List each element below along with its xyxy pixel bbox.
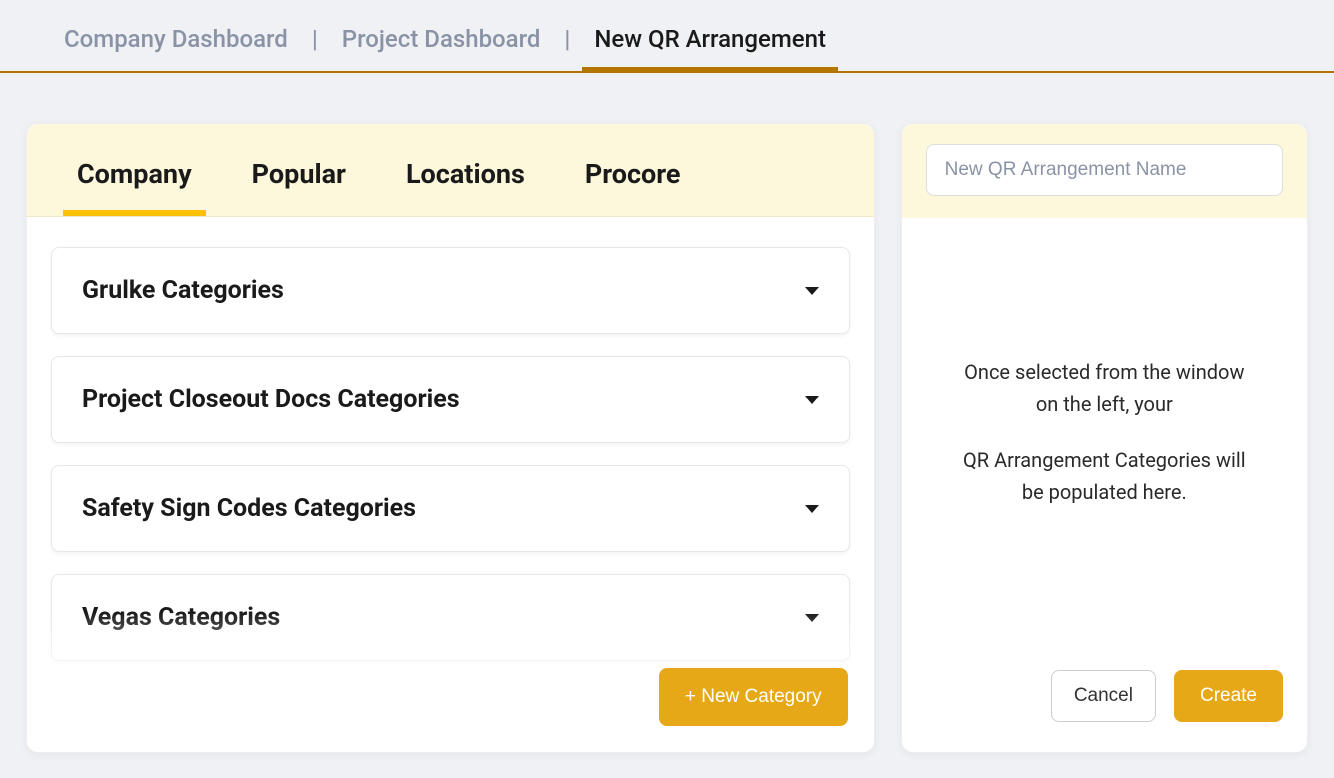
tab-locations[interactable]: Locations <box>406 158 525 216</box>
arrangement-name-input[interactable] <box>926 144 1283 196</box>
breadcrumb-separator: | <box>564 25 570 71</box>
chevron-down-icon <box>805 505 819 513</box>
placeholder-text: Once selected from the window on the lef… <box>952 356 1257 532</box>
category-title: Safety Sign Codes Categories <box>82 494 416 523</box>
tab-header: Company Popular Locations Procore <box>27 124 874 217</box>
create-button[interactable]: Create <box>1174 670 1283 722</box>
new-category-button[interactable]: + New Category <box>659 668 848 726</box>
arrangement-placeholder-body: Once selected from the window on the lef… <box>902 218 1307 670</box>
arrangement-name-header <box>902 124 1307 218</box>
breadcrumb: Company Dashboard | Project Dashboard | … <box>0 0 1334 73</box>
placeholder-line-2: QR Arrangement Categories will be popula… <box>952 444 1257 508</box>
category-item[interactable]: Vegas Categories <box>51 574 850 661</box>
category-item[interactable]: Safety Sign Codes Categories <box>51 465 850 552</box>
arrangement-details-panel: Once selected from the window on the lef… <box>901 123 1308 753</box>
cancel-button[interactable]: Cancel <box>1051 670 1156 722</box>
tab-company[interactable]: Company <box>77 158 192 216</box>
category-title: Project Closeout Docs Categories <box>82 385 460 414</box>
breadcrumb-separator: | <box>312 25 318 71</box>
category-title: Grulke Categories <box>82 276 284 305</box>
arrangement-footer: Cancel Create <box>902 670 1307 752</box>
breadcrumb-new-qr-arrangement[interactable]: New QR Arrangement <box>594 25 826 71</box>
category-title: Vegas Categories <box>82 603 280 632</box>
placeholder-line-1: Once selected from the window on the lef… <box>952 356 1257 420</box>
tab-popular[interactable]: Popular <box>252 158 346 216</box>
main-container: Company Popular Locations Procore Grulke… <box>0 73 1334 753</box>
breadcrumb-project-dashboard[interactable]: Project Dashboard <box>342 25 541 71</box>
tab-procore[interactable]: Procore <box>585 158 681 216</box>
category-item[interactable]: Grulke Categories <box>51 247 850 334</box>
chevron-down-icon <box>805 396 819 404</box>
category-selector-panel: Company Popular Locations Procore Grulke… <box>26 123 875 753</box>
breadcrumb-company-dashboard[interactable]: Company Dashboard <box>64 25 288 71</box>
chevron-down-icon <box>805 287 819 295</box>
category-item[interactable]: Project Closeout Docs Categories <box>51 356 850 443</box>
chevron-down-icon <box>805 614 819 622</box>
